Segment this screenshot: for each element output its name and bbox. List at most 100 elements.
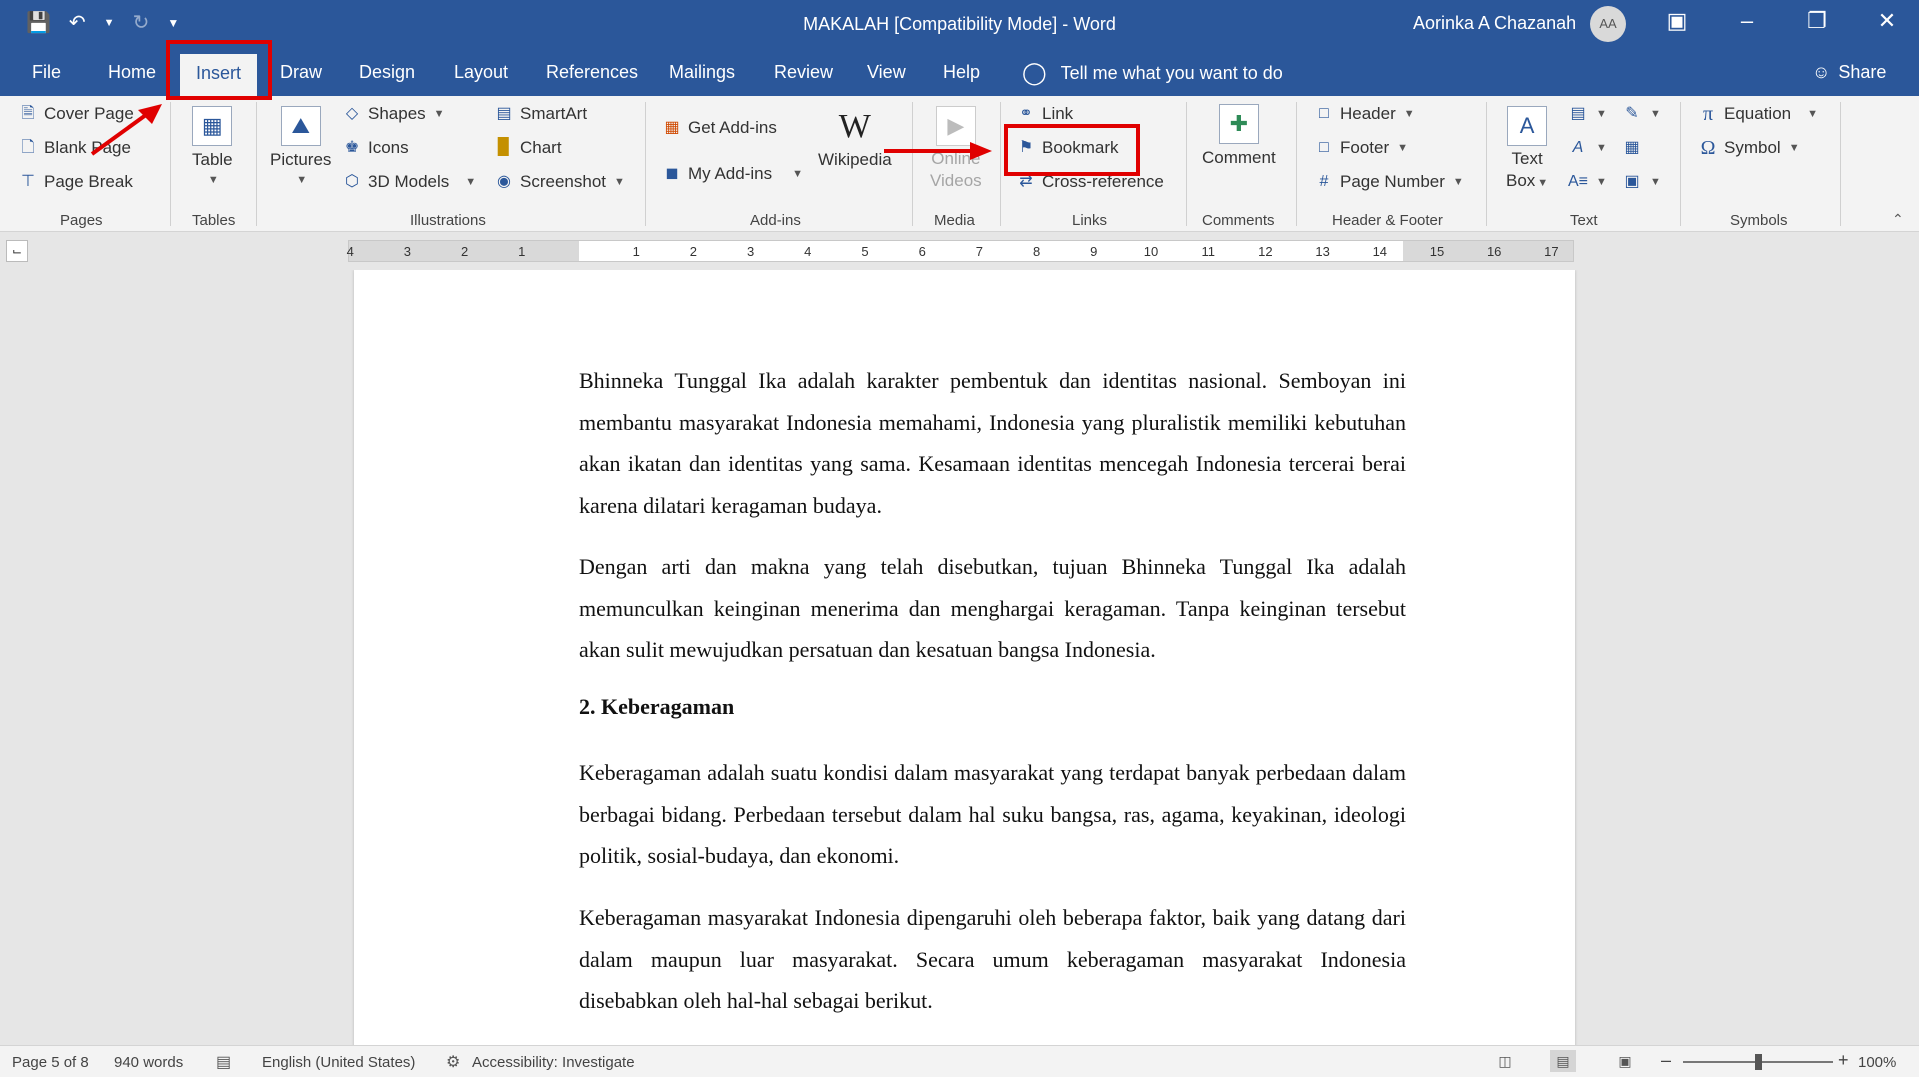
restore-icon[interactable]: ❐ bbox=[1802, 8, 1832, 34]
paragraph[interactable]: Keberagaman masyarakat Indonesia dipenga… bbox=[579, 897, 1406, 1022]
page-count[interactable]: Page 5 of 8 bbox=[12, 1054, 89, 1071]
ruler-tick-label: 2 bbox=[460, 244, 469, 259]
ruler-tick-label: 16 bbox=[1486, 244, 1502, 259]
cover-page-button[interactable]: 🗎 Cover Page ▼ bbox=[18, 104, 153, 124]
close-icon[interactable]: ✕ bbox=[1872, 8, 1902, 34]
tab-review[interactable]: Review bbox=[774, 62, 833, 83]
zoom-level[interactable]: 100% bbox=[1858, 1054, 1896, 1071]
comment-icon: ✚ bbox=[1218, 104, 1259, 144]
zoom-in-button[interactable]: + bbox=[1838, 1050, 1849, 1071]
paragraph[interactable]: Keberagaman adalah suatu kondisi dalam m… bbox=[579, 752, 1406, 877]
pictures-button[interactable]: ⛰ Pictures ▼ bbox=[270, 106, 331, 186]
zoom-slider[interactable] bbox=[1683, 1054, 1833, 1070]
tab-layout[interactable]: Layout bbox=[454, 62, 508, 83]
tab-mailings[interactable]: Mailings bbox=[669, 62, 735, 83]
accessibility-icon[interactable]: ⚙ bbox=[446, 1052, 460, 1072]
ruler-tick-label: 13 bbox=[1315, 244, 1330, 259]
symbol-button[interactable]: Ω Symbol ▼ bbox=[1698, 138, 1800, 158]
tab-file[interactable]: File bbox=[32, 62, 61, 83]
header-button[interactable]: □ Header ▼ bbox=[1314, 104, 1415, 124]
share-button[interactable]: ☺ Share bbox=[1812, 62, 1886, 83]
wordart-button[interactable]: A ▼ bbox=[1568, 138, 1607, 158]
ruler-tick-label: 9 bbox=[1090, 244, 1098, 259]
film-icon: ▶ bbox=[935, 106, 976, 146]
comment-button[interactable]: ✚ Comment bbox=[1202, 104, 1276, 168]
group-label-addins: Add-ins bbox=[750, 212, 801, 229]
camera-icon: ◉ bbox=[497, 173, 511, 190]
ruler-tick-label: 3 bbox=[746, 244, 755, 259]
blank-page-button[interactable]: 🗋 Blank Page bbox=[18, 138, 131, 158]
object-button[interactable]: ▣ ▼ bbox=[1622, 172, 1660, 192]
tab-design[interactable]: Design bbox=[359, 62, 415, 83]
zoom-slider-thumb[interactable] bbox=[1755, 1054, 1762, 1070]
ribbon-display-icon[interactable]: ▣ bbox=[1662, 8, 1692, 34]
tab-references[interactable]: References bbox=[546, 62, 638, 83]
tab-view[interactable]: View bbox=[867, 62, 906, 83]
online-videos-button[interactable]: ▶ Online Videos bbox=[930, 106, 982, 190]
read-mode-icon[interactable]: ◫ bbox=[1492, 1050, 1518, 1072]
collapse-ribbon-icon[interactable]: ⌃ bbox=[1892, 211, 1904, 228]
tab-home[interactable]: Home bbox=[108, 62, 156, 83]
icons-button[interactable]: ♚ Icons bbox=[342, 138, 409, 158]
tab-selector[interactable]: ⌙ bbox=[6, 240, 28, 262]
screenshot-button[interactable]: ◉ Screenshot ▼ bbox=[494, 172, 625, 192]
highlight-bookmark bbox=[1004, 124, 1140, 176]
shapes-button[interactable]: ◇ Shapes ▼ bbox=[342, 104, 445, 124]
minimize-icon[interactable]: – bbox=[1732, 8, 1762, 34]
accessibility-status[interactable]: Accessibility: Investigate bbox=[472, 1054, 635, 1071]
tell-me-search[interactable]: ◯ Tell me what you want to do bbox=[1022, 60, 1283, 86]
window-title: MAKALAH [Compatibility Mode] - Word bbox=[803, 14, 1116, 34]
group-divider bbox=[1000, 102, 1001, 226]
ruler-tick-label: 11 bbox=[1201, 244, 1215, 259]
document-page[interactable]: Bhinneka Tunggal Ika adalah karakter pem… bbox=[354, 270, 1575, 1045]
quick-parts-button[interactable]: ▤ ▼ bbox=[1568, 104, 1606, 124]
group-label-header-footer: Header & Footer bbox=[1332, 212, 1443, 229]
tab-draw[interactable]: Draw bbox=[280, 62, 322, 83]
date-time-button[interactable]: ▦ bbox=[1622, 138, 1642, 158]
paragraph[interactable]: Bhinneka Tunggal Ika adalah karakter pem… bbox=[579, 360, 1406, 526]
link-button[interactable]: ⚭ Link bbox=[1016, 104, 1073, 124]
paragraph[interactable]: Dengan arti dan makna yang telah disebut… bbox=[579, 546, 1406, 671]
table-button[interactable]: ▦ Table ▼ bbox=[192, 106, 233, 186]
drop-cap-icon: A≡ bbox=[1568, 173, 1589, 190]
wikipedia-button[interactable]: W Wikipedia bbox=[818, 108, 892, 170]
group-divider bbox=[912, 102, 913, 226]
equation-button[interactable]: π Equation ▼ bbox=[1698, 104, 1818, 124]
section-heading[interactable]: 2. Keberagaman bbox=[579, 694, 734, 720]
page-number-button[interactable]: # Page Number ▼ bbox=[1314, 172, 1464, 192]
horizontal-ruler[interactable]: 4 3 2 1 1 2 3 4 5 6 7 8 9 10 11 12 13 14 15 16 17 bbox=[347, 240, 1574, 262]
cover-page-icon: 🗎 bbox=[21, 105, 35, 122]
proofing-icon[interactable]: ▤ bbox=[216, 1052, 231, 1072]
group-label-links: Links bbox=[1072, 212, 1108, 229]
zoom-out-button[interactable]: – bbox=[1661, 1050, 1671, 1071]
group-label-tables: Tables bbox=[192, 212, 236, 229]
page-break-icon: ⊤ bbox=[21, 173, 35, 190]
avatar[interactable]: AA bbox=[1590, 6, 1626, 42]
addins-icon: ◼ bbox=[665, 165, 679, 182]
user-name[interactable]: Aorinka A Chazanah bbox=[1413, 13, 1576, 34]
highlight-insert-tab bbox=[166, 40, 272, 100]
get-addins-button[interactable]: ▦ Get Add-ins bbox=[662, 118, 776, 138]
tab-help[interactable]: Help bbox=[943, 62, 980, 83]
web-layout-icon[interactable]: ▣ bbox=[1612, 1050, 1638, 1072]
my-addins-button[interactable]: ◼ My Add-ins ▼ bbox=[662, 164, 803, 184]
drop-cap-button[interactable]: A≡ ▼ bbox=[1568, 172, 1607, 192]
smartart-button[interactable]: ▤ SmartArt bbox=[494, 104, 587, 124]
document-area[interactable]: Bhinneka Tunggal Ika adalah karakter pem… bbox=[0, 270, 1919, 1045]
language[interactable]: English (United States) bbox=[262, 1054, 415, 1071]
group-divider bbox=[645, 102, 646, 226]
ruler-tick-label: 12 bbox=[1258, 244, 1273, 259]
signature-line-button[interactable]: ✎ ▼ bbox=[1622, 104, 1661, 124]
cube-icon: ⬡ bbox=[345, 173, 359, 190]
3d-models-button[interactable]: ⬡ 3D Models ▼ bbox=[342, 172, 476, 192]
page-break-button[interactable]: ⊤ Page Break bbox=[18, 172, 133, 192]
ruler-tick-label: 8 bbox=[1032, 244, 1041, 259]
ruler-row: ⌙ 4 3 2 1 1 2 3 4 5 6 7 8 9 10 11 12 13 14 15 16 17 bbox=[0, 232, 1919, 270]
text-box-button[interactable]: A Text Box ▼ bbox=[1506, 106, 1548, 192]
share-label: Share bbox=[1838, 62, 1887, 82]
chart-button[interactable]: ▉ Chart bbox=[494, 138, 562, 158]
print-layout-icon[interactable]: ▤ bbox=[1550, 1050, 1576, 1072]
ruler-tick-label: 5 bbox=[861, 244, 869, 259]
footer-button[interactable]: □ Footer ▼ bbox=[1314, 138, 1408, 158]
word-count[interactable]: 940 words bbox=[114, 1054, 183, 1071]
